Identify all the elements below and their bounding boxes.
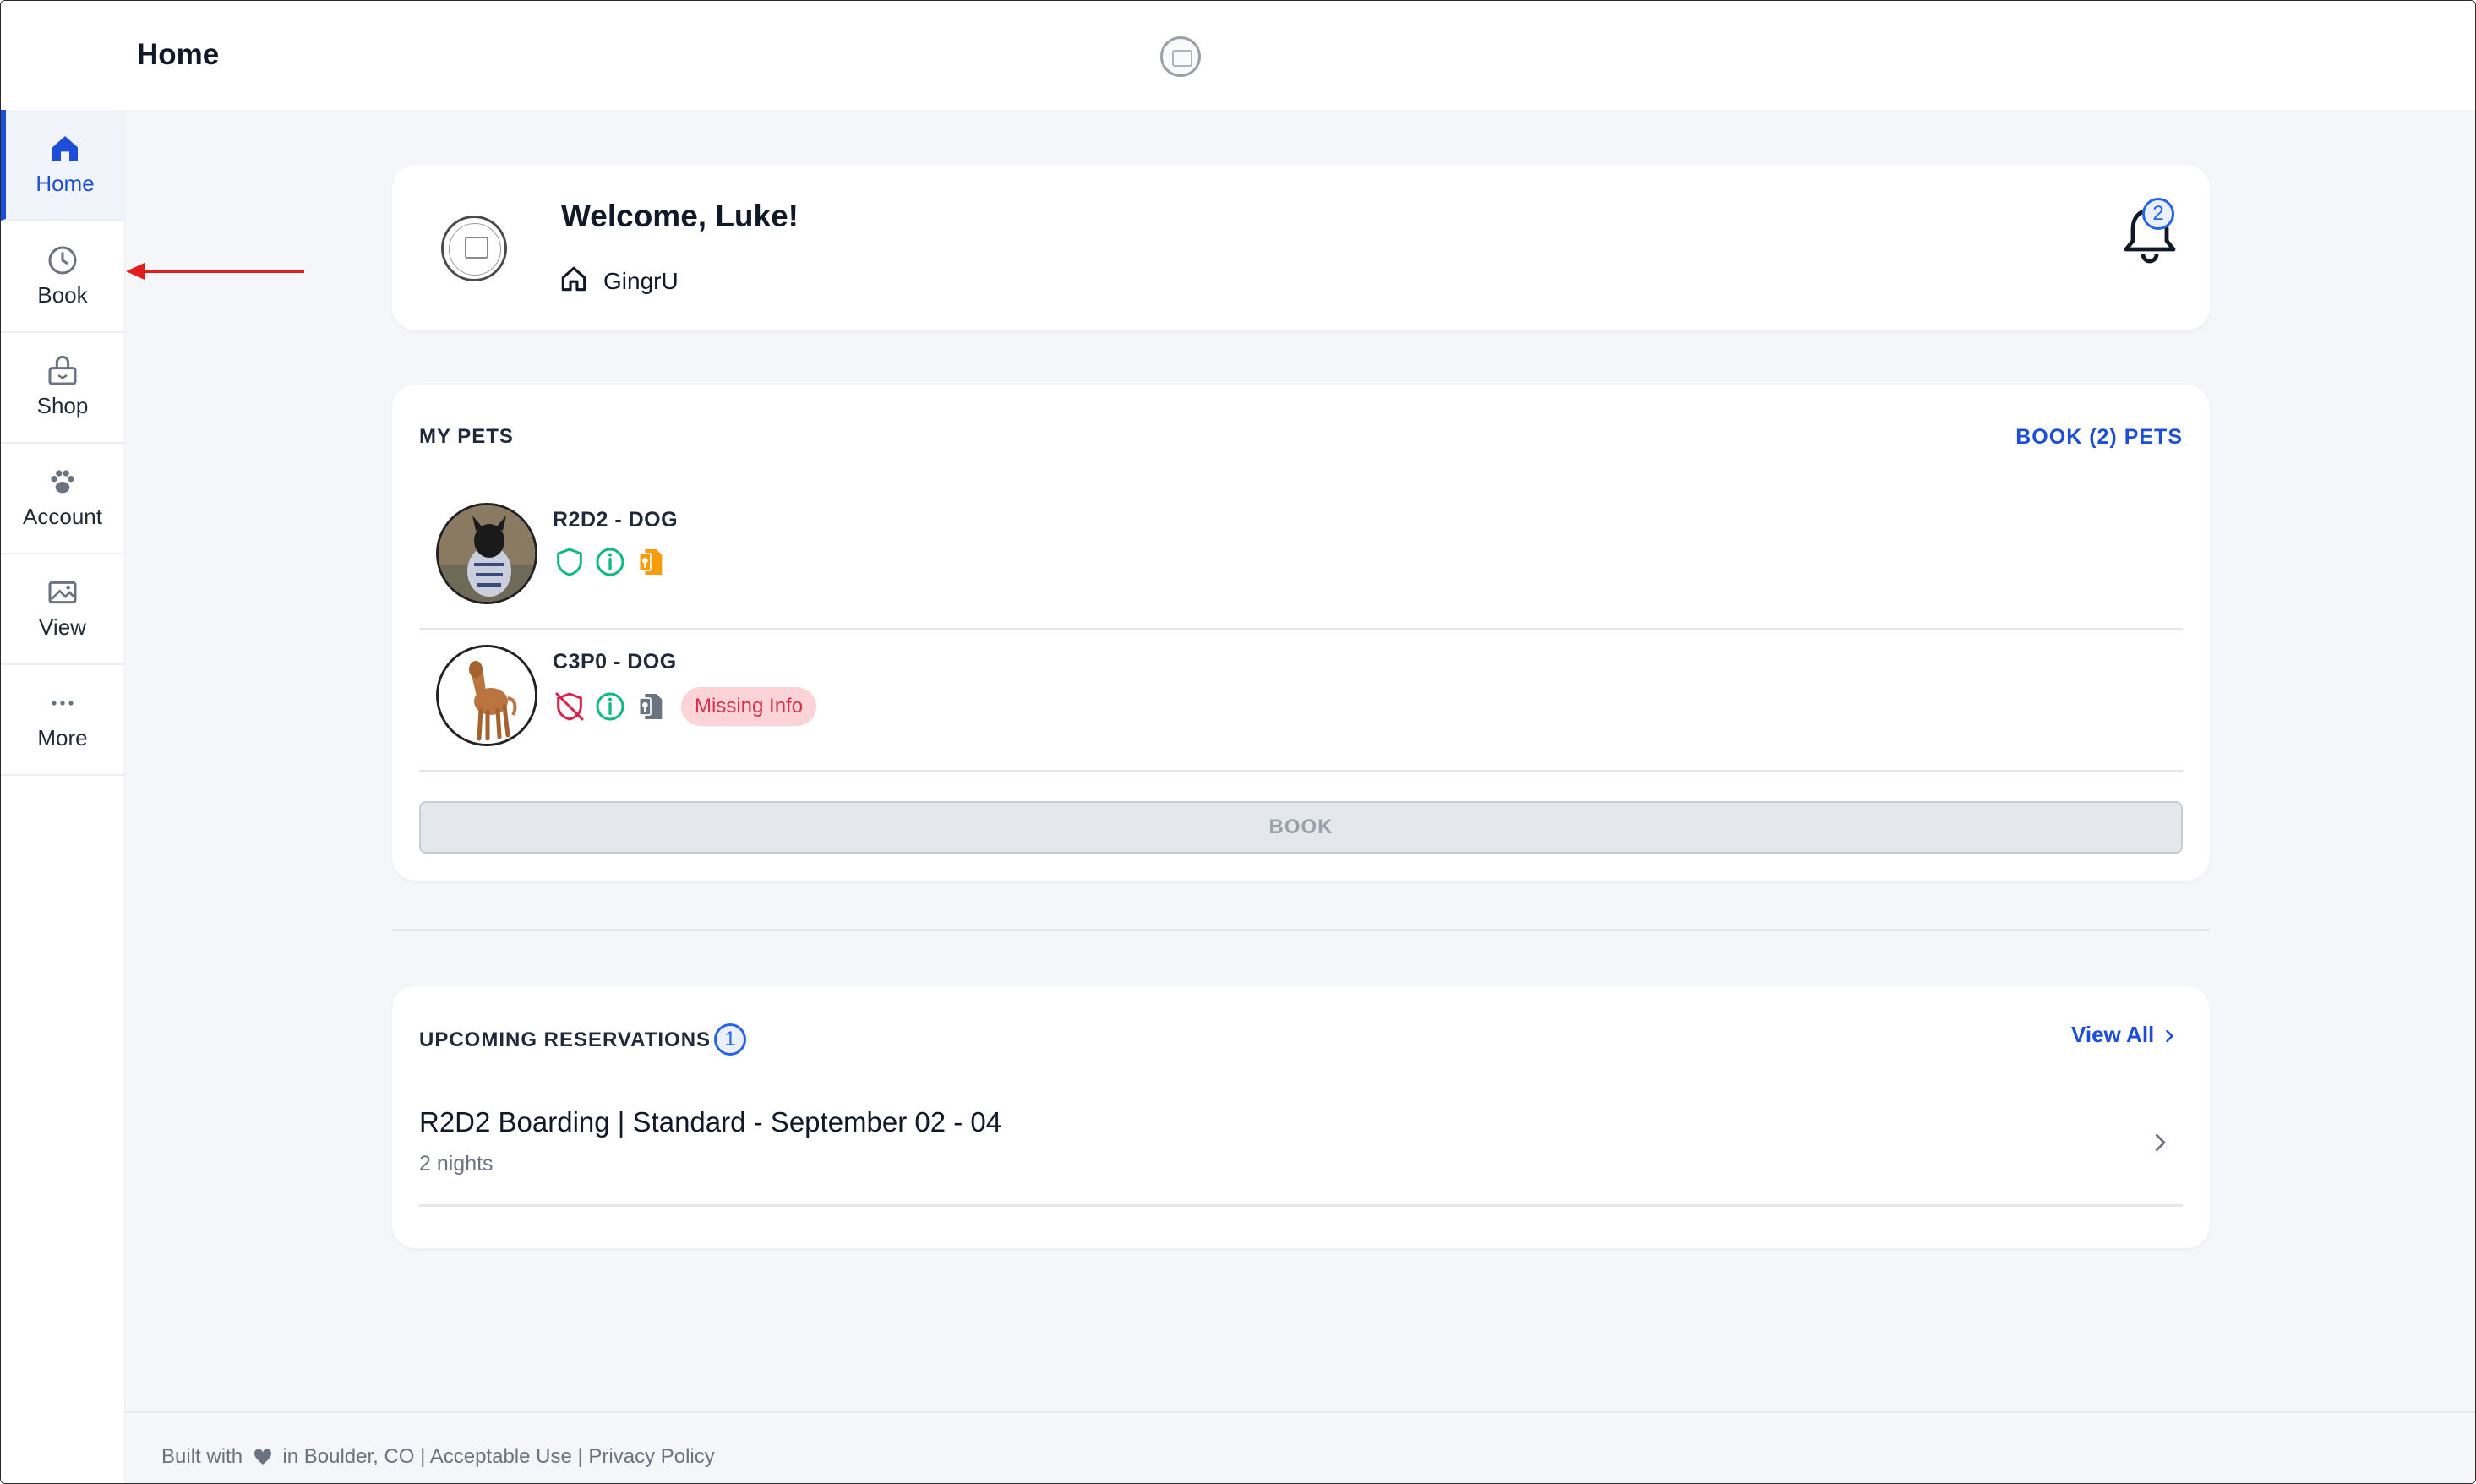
pet-avatar <box>436 503 537 604</box>
sidebar: Home Book Shop Account View More <box>1 110 125 1483</box>
sidebar-item-label: Account <box>23 504 102 529</box>
view-all-link[interactable]: View All <box>2071 1022 2178 1048</box>
document-icon[interactable] <box>634 545 668 579</box>
sidebar-item-label: Shop <box>36 393 89 418</box>
notification-badge[interactable]: 2 <box>2142 198 2174 230</box>
pet-name: C3P0 - DOG <box>553 650 677 674</box>
shield-check-icon[interactable] <box>553 545 586 579</box>
page-title: Home <box>137 38 220 71</box>
pet-status-icons <box>553 545 668 579</box>
info-icon[interactable] <box>593 545 627 579</box>
section-title: UPCOMING RESERVATIONS <box>419 1028 712 1051</box>
reservation-title: R2D2 Boarding | Standard - September 02 … <box>419 1106 1002 1138</box>
sidebar-item-account[interactable]: Account <box>1 442 124 554</box>
top-bar: Home <box>1 1 2475 110</box>
pet-row[interactable]: R2D2 - DOG <box>419 486 2183 630</box>
sidebar-item-view[interactable]: View <box>1 553 124 665</box>
section-divider <box>392 929 2210 931</box>
upcoming-reservations-card: UPCOMING RESERVATIONS 1 View All R2D2 Bo… <box>392 986 2210 1248</box>
chevron-right-icon <box>2155 1133 2166 1152</box>
home-icon <box>52 136 78 161</box>
paw-icon <box>51 470 74 494</box>
house-icon <box>561 266 586 292</box>
my-pets-card: MY PETS BOOK (2) PETS R2D2 - DOG C3P0 - … <box>392 385 2210 881</box>
annotation-arrow <box>126 263 304 280</box>
gallery-icon <box>48 581 77 604</box>
footer: Built with in Boulder, CO | Acceptable U… <box>125 1411 2475 1483</box>
sidebar-item-label: More <box>37 725 88 750</box>
shop-icon <box>48 355 77 385</box>
document-icon[interactable] <box>634 690 668 723</box>
reservation-nights: 2 nights <box>419 1152 494 1176</box>
sidebar-item-label: View <box>39 614 86 640</box>
more-dots-icon <box>52 701 74 706</box>
pet-row[interactable]: C3P0 - DOG Missing Info <box>419 628 2183 772</box>
welcome-title: Welcome, Luke! <box>561 199 799 233</box>
view-all-label: View All <box>2071 1022 2155 1047</box>
sidebar-item-shop[interactable]: Shop <box>1 331 124 444</box>
sidebar-item-label: Book <box>37 282 88 308</box>
clock-icon <box>48 246 77 275</box>
pet-avatar <box>436 645 537 746</box>
sidebar-item-label: Home <box>35 171 95 196</box>
sidebar-item-book[interactable]: Book <box>1 221 124 333</box>
reservation-row[interactable]: R2D2 Boarding | Standard - September 02 … <box>419 1096 2183 1207</box>
business-logo-large <box>441 216 507 281</box>
welcome-card: Welcome, Luke! GingrU 2 <box>392 165 2210 330</box>
reservation-count-badge: 1 <box>714 1023 746 1056</box>
section-title: MY PETS <box>419 425 514 448</box>
info-icon[interactable] <box>593 690 627 723</box>
location-name: GingrU <box>603 268 679 294</box>
chevron-right-icon <box>2165 1030 2173 1043</box>
footer-links[interactable]: in Boulder, CO | Acceptable Use | Privac… <box>282 1445 714 1468</box>
missing-info-badge[interactable]: Missing Info <box>681 687 817 726</box>
book-pets-link[interactable]: BOOK (2) PETS <box>2015 425 2183 450</box>
pet-name: R2D2 - DOG <box>553 508 679 532</box>
business-logo[interactable] <box>1160 36 1201 77</box>
app-window: Home Home Book Shop Account View More We… <box>0 0 2476 1484</box>
sidebar-item-more[interactable]: More <box>1 663 124 776</box>
sidebar-item-home[interactable]: Home <box>1 110 124 221</box>
pet-status-icons: Missing Info <box>553 687 817 726</box>
footer-prefix: Built with <box>161 1445 243 1468</box>
footer-text: Built with in Boulder, CO | Acceptable U… <box>161 1445 715 1469</box>
heart-icon <box>254 1449 271 1465</box>
book-button[interactable]: BOOK <box>419 801 2183 854</box>
shield-off-icon[interactable] <box>553 690 586 723</box>
